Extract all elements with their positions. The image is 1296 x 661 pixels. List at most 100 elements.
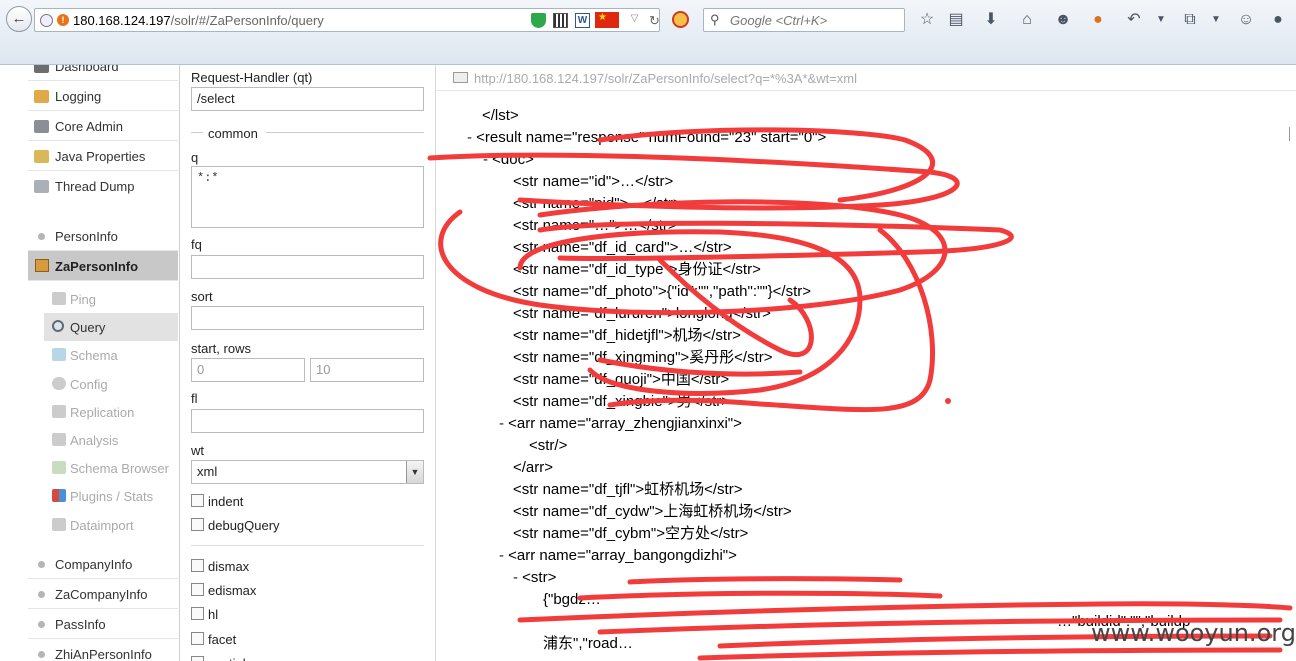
xml-line: <str name="…">…</str> xyxy=(513,217,677,234)
adblock-icon[interactable] xyxy=(672,11,689,28)
query-form: Request-Handler (qt) /select common q *:… xyxy=(180,65,436,661)
sub-ping[interactable]: Ping xyxy=(44,285,178,313)
xml-line: <str name="id">…</str> xyxy=(513,173,674,190)
nav-java-properties[interactable]: Java Properties xyxy=(28,141,178,171)
hl-label: hl xyxy=(208,607,219,622)
sub-replication[interactable]: Replication xyxy=(44,398,178,426)
download-icon[interactable]: ⬇ xyxy=(981,10,1001,30)
start-input[interactable]: 0 xyxy=(191,358,305,382)
site-info-icon[interactable]: ! xyxy=(57,14,69,26)
hl-checkbox[interactable] xyxy=(191,607,204,620)
shield-icon[interactable] xyxy=(531,13,546,28)
thread-dump-icon xyxy=(34,180,49,193)
core-personinfo[interactable]: PersonInfo xyxy=(28,221,178,251)
common-divider-left xyxy=(191,132,203,133)
undo-menu-icon[interactable]: ▼ xyxy=(1151,10,1171,30)
spatial-checkbox[interactable] xyxy=(191,656,204,661)
xml-line: <str name="df_cybm">空方处</str> xyxy=(513,525,749,542)
xml-line: <str name="df_id_card">…</str> xyxy=(513,239,732,256)
schema-browser-icon xyxy=(52,461,66,474)
reading-list-icon[interactable]: ▤ xyxy=(946,10,966,30)
wt-select[interactable]: xml ▼ xyxy=(191,460,424,484)
facet-checkbox[interactable] xyxy=(191,632,204,645)
china-flag-icon: ★ xyxy=(595,12,619,28)
xml-line: - <doc> xyxy=(483,151,534,168)
qr-code-icon[interactable] xyxy=(553,13,568,28)
core-dot-icon xyxy=(38,591,45,598)
q-textarea[interactable]: *:* xyxy=(191,166,424,228)
request-handler-input[interactable]: /select xyxy=(191,87,424,111)
request-url[interactable]: http://180.168.124.197/solr/ZaPersonInfo… xyxy=(474,71,857,86)
sub-query[interactable]: Query xyxy=(44,313,178,341)
nav-dashboard[interactable]: Dashboard xyxy=(28,65,178,81)
account-icon[interactable]: ☻ xyxy=(1053,10,1073,30)
bookmark-star-icon[interactable]: ☆ xyxy=(917,10,937,30)
undo-icon[interactable]: ↶ xyxy=(1124,10,1144,30)
fq-input[interactable] xyxy=(191,255,424,279)
collapse-toggle[interactable]: - xyxy=(467,129,476,146)
edismax-checkbox[interactable] xyxy=(191,583,204,596)
share-menu-icon[interactable]: ▼ xyxy=(1206,10,1226,30)
link-icon xyxy=(453,72,468,83)
menu-icon[interactable]: ● xyxy=(1268,10,1288,30)
debugquery-checkbox[interactable] xyxy=(191,518,204,531)
xml-line: <str name="df_cydw">上海虹桥机场</str> xyxy=(513,503,792,520)
search-box[interactable]: ⚲ Google <Ctrl+K> xyxy=(703,8,905,32)
xml-line: <str name="df_guoji">中国</str> xyxy=(513,371,730,388)
sub-schema[interactable]: Schema xyxy=(44,341,178,369)
dashboard-icon xyxy=(34,65,49,73)
core-companyinfo[interactable]: CompanyInfo xyxy=(28,549,178,579)
collapse-toggle[interactable]: - xyxy=(499,415,508,432)
dismax-checkbox[interactable] xyxy=(191,559,204,572)
core-dot-icon xyxy=(38,233,45,240)
q-label: q xyxy=(191,150,199,165)
wt-label: wt xyxy=(191,443,204,458)
fq-label: fq xyxy=(191,237,202,252)
word-doc-icon[interactable]: W xyxy=(575,13,590,28)
logging-icon xyxy=(34,90,49,103)
search-icon: ⚲ xyxy=(710,12,720,27)
sub-plugins[interactable]: Plugins / Stats xyxy=(44,482,178,510)
java-properties-icon xyxy=(34,150,49,163)
xml-line: 浦东","road… xyxy=(543,635,633,652)
core-passinfo[interactable]: PassInfo xyxy=(28,609,178,639)
scrollbar-indicator[interactable] xyxy=(1289,127,1293,141)
form-divider xyxy=(191,545,424,546)
back-arrow-icon[interactable]: ← xyxy=(6,6,32,32)
extension-icon[interactable]: ● xyxy=(1088,10,1108,30)
xml-line: - <result name="response" numFound="23" … xyxy=(467,129,827,146)
analysis-icon xyxy=(52,433,66,446)
request-url-bar[interactable]: http://180.168.124.197/solr/ZaPersonInfo… xyxy=(437,65,1296,91)
address-bar[interactable]: ! 180.168.124.197/solr/#/ZaPersonInfo/qu… xyxy=(34,8,660,32)
sub-config[interactable]: Config xyxy=(44,370,178,398)
core-zhianpersoninfo[interactable]: ZhiAnPersonInfo xyxy=(28,639,178,661)
sub-analysis[interactable]: Analysis xyxy=(44,426,178,454)
spatial-label: spatial xyxy=(208,656,246,661)
reload-icon[interactable]: ↻ xyxy=(647,13,662,28)
chat-icon[interactable]: ☺ xyxy=(1236,10,1256,30)
core-zacompanyinfo[interactable]: ZaCompanyInfo xyxy=(28,579,178,609)
share-icon[interactable]: ⧉ xyxy=(1180,10,1200,30)
dropdown-arrow-icon[interactable]: ▽ xyxy=(627,13,642,28)
xml-line: <str name="df_xingbie">男</str> xyxy=(513,393,731,410)
collapse-toggle[interactable]: - xyxy=(513,569,522,586)
xml-line: <str name="df_photo">{"id":"","path":""}… xyxy=(513,283,812,300)
core-zapersoninfo[interactable]: ZaPersonInfo xyxy=(28,251,178,281)
fl-input[interactable] xyxy=(191,409,424,433)
nav-thread-dump[interactable]: Thread Dump xyxy=(28,171,178,201)
xml-line: - <arr name="array_bangongdizhi"> xyxy=(499,547,737,564)
collapse-toggle[interactable]: - xyxy=(483,151,492,168)
indent-label: indent xyxy=(208,494,244,509)
indent-checkbox[interactable] xyxy=(191,494,204,507)
xml-line: <str name="df_tjfl">虹桥机场</str> xyxy=(513,481,743,498)
sub-dataimport[interactable]: Dataimport xyxy=(44,511,178,539)
nav-core-admin[interactable]: Core Admin xyxy=(28,111,178,141)
nav-logging[interactable]: Logging xyxy=(28,81,178,111)
collapse-toggle[interactable]: - xyxy=(499,547,508,564)
select-arrow-icon[interactable]: ▼ xyxy=(406,461,423,483)
sort-input[interactable] xyxy=(191,306,424,330)
home-icon[interactable]: ⌂ xyxy=(1017,10,1037,30)
rows-input[interactable]: 10 xyxy=(310,358,424,382)
sub-schema-browser[interactable]: Schema Browser xyxy=(44,454,178,482)
plugins-icon xyxy=(52,489,66,502)
